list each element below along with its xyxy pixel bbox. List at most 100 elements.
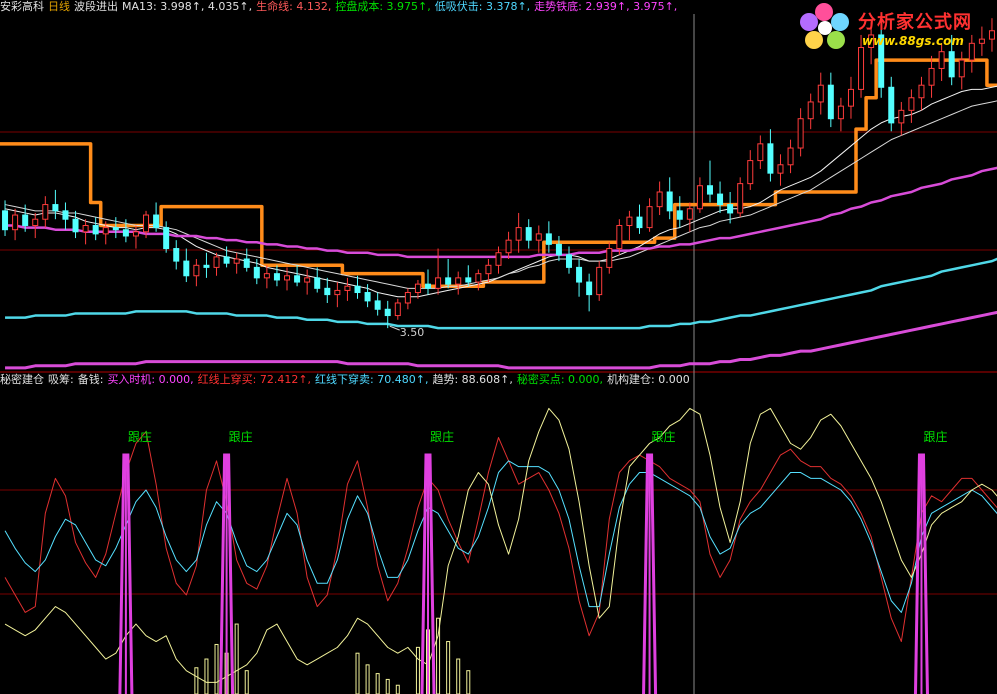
candle-body bbox=[82, 225, 89, 233]
signal-label: 跟庄 bbox=[923, 429, 947, 444]
header-item: 吸筹: bbox=[48, 373, 74, 386]
candle-body bbox=[505, 239, 512, 254]
volume-bar bbox=[415, 646, 420, 694]
candle-body bbox=[273, 273, 280, 281]
volume-bar bbox=[446, 641, 451, 694]
candle-body bbox=[143, 214, 150, 233]
candle-body bbox=[223, 256, 230, 264]
candle-body bbox=[122, 229, 129, 237]
volume-bar bbox=[365, 664, 370, 694]
volume-bar bbox=[194, 667, 199, 694]
candle-body bbox=[243, 258, 250, 268]
candle-body bbox=[666, 191, 673, 212]
candle-body bbox=[787, 147, 794, 166]
candle-body bbox=[475, 273, 482, 283]
candle-body bbox=[958, 59, 965, 78]
candle-body bbox=[404, 292, 411, 304]
candle-body bbox=[576, 266, 583, 283]
header-item: MA13: 3.998↑, 4.035↑, bbox=[122, 0, 253, 13]
candle-body bbox=[213, 256, 220, 268]
site-logo: 分析家公式网 www.88gs.com bbox=[796, 2, 994, 54]
candle-body bbox=[717, 193, 724, 206]
volume-bar bbox=[214, 643, 219, 694]
candle-body bbox=[253, 266, 260, 279]
header-item: 安彩高科 bbox=[0, 0, 44, 13]
candle-body bbox=[112, 227, 119, 231]
candle-body bbox=[173, 248, 180, 262]
candle-body bbox=[727, 204, 734, 214]
candle-body bbox=[374, 300, 381, 310]
candle-body bbox=[384, 308, 391, 317]
candle-body bbox=[32, 218, 39, 227]
candle-body bbox=[646, 206, 653, 229]
candle-body bbox=[777, 164, 784, 174]
header-item: 秘密买点: 0.000, bbox=[516, 373, 604, 386]
candle-body bbox=[394, 302, 401, 317]
candle-body bbox=[918, 84, 925, 99]
candle-body bbox=[545, 233, 552, 245]
candle-body bbox=[233, 258, 240, 264]
candle-body bbox=[938, 51, 945, 69]
volume-bar bbox=[204, 658, 209, 694]
series-line-cyan bbox=[5, 257, 997, 330]
header-item: 走势铁底: 2.939↑, 3.975↑, bbox=[534, 0, 678, 13]
candle-body bbox=[163, 227, 170, 250]
candle-body bbox=[888, 86, 895, 124]
candle-body bbox=[676, 210, 683, 220]
candle-body bbox=[737, 183, 744, 214]
candle-body bbox=[263, 273, 270, 279]
candle-body bbox=[414, 283, 421, 294]
header-item: 红线上穿买: 72.412↑, bbox=[197, 373, 312, 386]
candle-body bbox=[324, 287, 331, 296]
volume-bar bbox=[385, 678, 390, 694]
header-item: 红线下穿卖: 70.480↑, bbox=[315, 373, 429, 386]
candle-body bbox=[22, 214, 29, 227]
candle-body bbox=[847, 88, 854, 107]
candle-body bbox=[102, 227, 109, 235]
candle-body bbox=[767, 143, 774, 174]
signal-label: 跟庄 bbox=[652, 429, 676, 444]
candle-body bbox=[817, 84, 824, 103]
candle-body bbox=[535, 233, 542, 241]
candle-body bbox=[706, 185, 713, 195]
series-line-magenta_low bbox=[5, 310, 997, 370]
candle-body bbox=[837, 105, 844, 120]
candle-body bbox=[153, 214, 160, 229]
header-item: 趋势: 88.608↑, bbox=[432, 373, 513, 386]
stock-chart-window: 3.50 跟庄 跟庄 跟庄 跟庄 跟庄 安彩高科 日线 波段进出 MA13: 3.998↑, 4… bbox=[0, 0, 997, 694]
candle-body bbox=[586, 281, 593, 296]
header-item: 机构建仓: 0.000 bbox=[607, 373, 690, 386]
indicator-line-cyan_ind bbox=[4, 460, 997, 613]
candle-body bbox=[807, 101, 814, 120]
header-item: 买入时机: 0.000, bbox=[107, 373, 194, 386]
candle-body bbox=[203, 264, 210, 268]
candle-body bbox=[827, 84, 834, 120]
candle-body bbox=[908, 97, 915, 111]
main-panel-header: 安彩高科 日线 波段进出 MA13: 3.998↑, 4.035↑, 生命线: 4.13… bbox=[0, 0, 681, 14]
volume-bar bbox=[395, 684, 400, 694]
candle-body bbox=[92, 225, 99, 235]
candle-body bbox=[455, 277, 462, 285]
candle-body bbox=[656, 191, 663, 208]
header-item: 备钱: bbox=[77, 373, 104, 386]
chart-canvas[interactable]: 3.50 跟庄 跟庄 跟庄 跟庄 跟庄 bbox=[0, 0, 997, 694]
candle-body bbox=[294, 275, 301, 283]
indicator-line-yellow bbox=[4, 407, 997, 683]
candle-body bbox=[445, 277, 452, 285]
candle-body bbox=[596, 266, 603, 296]
header-item: 生命线: 4.132, bbox=[256, 0, 332, 13]
indicator-line-red bbox=[4, 431, 997, 643]
volume-bar bbox=[355, 652, 360, 694]
candle-body bbox=[183, 260, 190, 277]
candle-body bbox=[344, 285, 351, 291]
header-item: 波段进出 bbox=[74, 0, 118, 13]
candle-body bbox=[62, 210, 69, 220]
candle-body bbox=[606, 248, 613, 268]
volume-bar bbox=[234, 623, 239, 694]
signal-label: 跟庄 bbox=[430, 429, 454, 444]
candle-body bbox=[364, 292, 371, 302]
candle-body bbox=[928, 67, 935, 86]
candle-body bbox=[555, 243, 562, 256]
candle-body bbox=[757, 143, 764, 162]
candle-body bbox=[284, 275, 291, 281]
